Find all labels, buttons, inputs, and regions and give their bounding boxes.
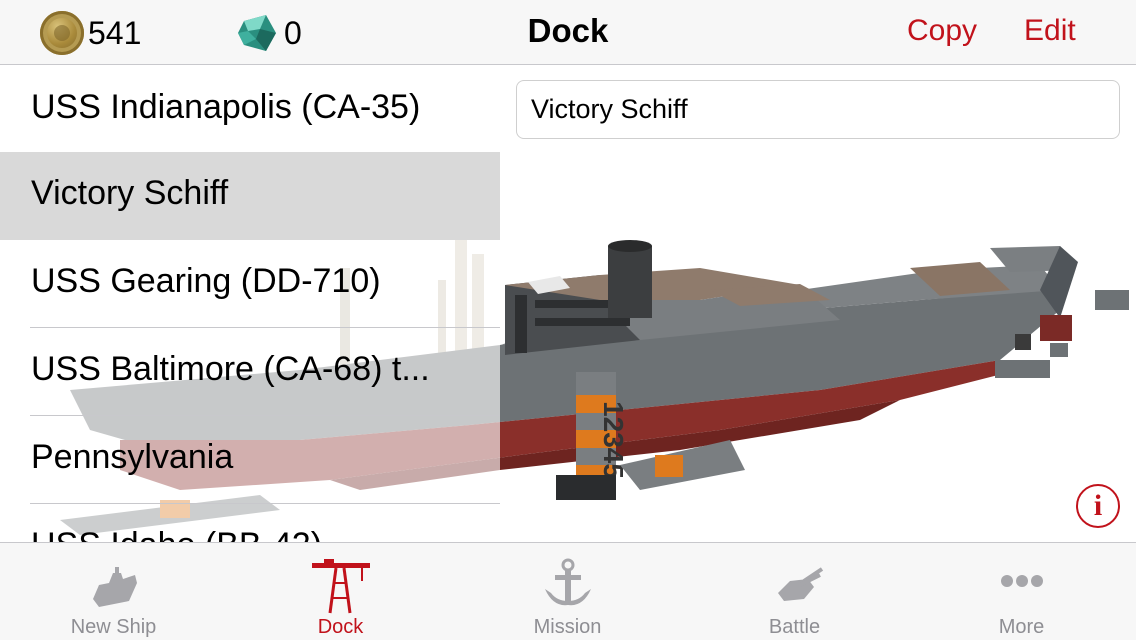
gold-coin-icon — [40, 11, 84, 55]
tab-mission[interactable]: Mission — [454, 543, 681, 640]
list-item-label: USS Indianapolis (CA-35) — [31, 88, 421, 126]
tab-dock[interactable]: Dock — [227, 543, 454, 640]
list-item-label: USS Baltimore (CA-68) t... — [31, 350, 430, 388]
gem-balance: 0 — [236, 12, 302, 54]
new-ship-icon — [92, 567, 137, 607]
info-icon[interactable]: i — [1076, 484, 1120, 528]
floating-block-2 — [995, 360, 1050, 378]
list-item-selected[interactable]: Victory Schiff — [0, 152, 500, 240]
tab-bar: New Ship Dock Mission Battle More — [0, 542, 1136, 640]
bridge-rail-h2 — [535, 318, 630, 326]
tab-more[interactable]: More — [908, 543, 1135, 640]
copy-button[interactable]: Copy — [907, 14, 977, 48]
tab-new-ship[interactable]: New Ship — [0, 543, 227, 640]
tab-label: New Ship — [70, 616, 157, 638]
list-item[interactable]: USS Baltimore (CA-68) t... — [0, 328, 500, 416]
tab-label: Battle — [768, 616, 821, 638]
list-item[interactable]: USS Indianapolis (CA-35) — [0, 66, 500, 154]
gold-balance: 541 — [40, 11, 142, 55]
gem-icon — [236, 11, 280, 55]
tab-label: Dock — [317, 616, 364, 638]
tab-label: Mission — [533, 616, 602, 638]
list-item[interactable]: USS Idaho (BB-42) — [0, 504, 500, 542]
funnel-top — [608, 240, 652, 252]
list-item-label: Victory Schiff — [31, 174, 229, 212]
list-item-label: USS Idaho (BB-42) — [31, 526, 461, 542]
list-item[interactable]: USS Gearing (DD-710) — [0, 240, 500, 328]
anchor-icon — [544, 558, 591, 606]
floating-block-1 — [1095, 290, 1129, 310]
funnel — [608, 246, 652, 318]
ship-name-input[interactable] — [516, 80, 1120, 139]
propeller — [1015, 334, 1031, 350]
floating-block-3 — [1050, 343, 1068, 357]
gold-amount: 541 — [88, 14, 142, 51]
bridge-rail — [515, 295, 527, 353]
crane-icon — [311, 559, 370, 614]
more-dots-icon — [1000, 575, 1043, 587]
tab-battle[interactable]: Battle — [681, 543, 908, 640]
slipway-marker — [655, 455, 683, 477]
list-item-label: Pennsylvania — [31, 438, 234, 476]
list-item-label: USS Gearing (DD-710) — [31, 262, 381, 300]
ship-list[interactable]: USS Indianapolis (CA-35) Victory Schiff … — [0, 66, 500, 542]
tab-label: More — [998, 616, 1045, 638]
post-base — [556, 475, 616, 500]
edit-button[interactable]: Edit — [1024, 14, 1076, 48]
gem-amount: 0 — [284, 14, 302, 51]
list-item[interactable]: Pennsylvania — [0, 416, 500, 504]
stern-rudder — [1040, 315, 1072, 341]
cannon-icon — [777, 567, 823, 601]
navigation-bar: 541 0 Dock Copy Edit — [0, 0, 1136, 65]
